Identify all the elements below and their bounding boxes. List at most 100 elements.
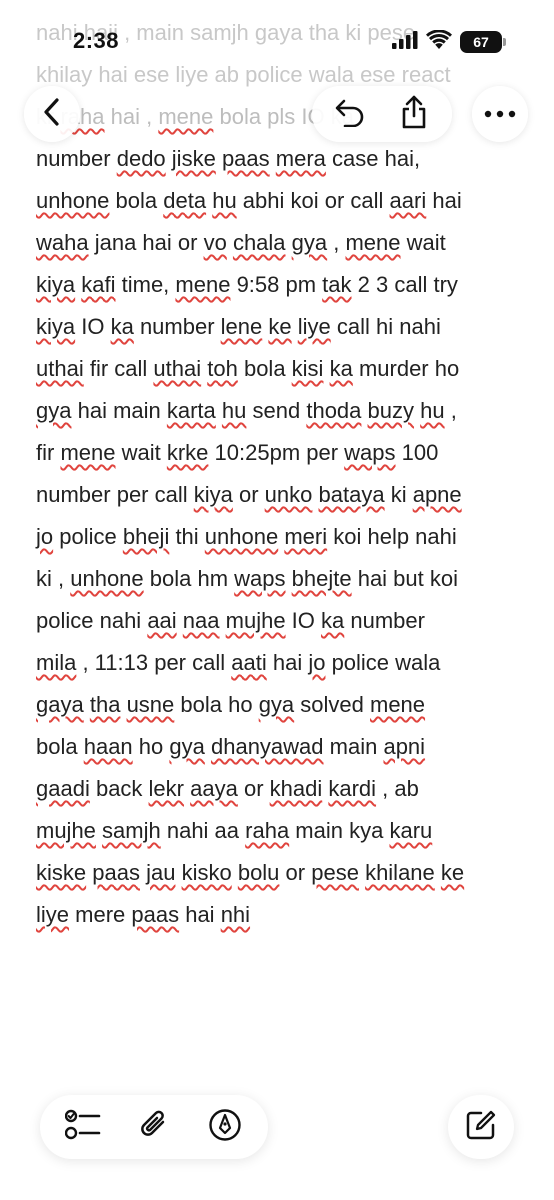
text-segment: or [279, 860, 312, 885]
misspelled-word: waps [234, 566, 286, 591]
bottom-toolbar [0, 1095, 554, 1159]
checklist-button[interactable] [61, 1105, 105, 1149]
text-segment: number [133, 314, 221, 339]
text-segment: or [237, 776, 270, 801]
attach-button[interactable] [132, 1105, 176, 1149]
text-segment: number [36, 146, 117, 171]
status-time: 2:38 [73, 28, 120, 53]
note-line: mujhe samjh nahi aa raha main kya karu [36, 810, 524, 852]
text-segment: ho [132, 734, 170, 759]
note-line: number per call kiya or unko bataya ki a… [36, 474, 524, 516]
misspelled-word: lekr [148, 776, 184, 801]
text-segment: wait [400, 230, 446, 255]
misspelled-word: apne [412, 482, 462, 507]
note-line: mila , 11:13 per call aati hai jo police… [36, 642, 524, 684]
misspelled-word: kafi [81, 272, 116, 297]
text-segment: mere [69, 902, 132, 927]
text-segment: thi [169, 524, 205, 549]
misspelled-word: gaadi [36, 776, 90, 801]
share-icon [400, 95, 428, 134]
text-segment: case hai, [325, 146, 421, 171]
text-segment: 9:58 pm [230, 272, 323, 297]
text-segment: jana hai or [88, 230, 204, 255]
share-button[interactable] [392, 92, 436, 136]
misspelled-word: mene [60, 440, 116, 465]
note-line: waha jana hai or vo chala gya , mene wai… [36, 222, 524, 264]
misspelled-word: bataya [318, 482, 385, 507]
text-segment: murder ho [352, 356, 460, 381]
misspelled-word: khadi [269, 776, 323, 801]
misspelled-word: kisi [291, 356, 324, 381]
undo-share-group [312, 86, 452, 142]
misspelled-word: uthai [153, 356, 202, 381]
text-segment: number [344, 608, 425, 633]
note-line: jo police bheji thi unhone meri koi help… [36, 516, 524, 558]
misspelled-word: mene [370, 692, 426, 717]
text-segment: , [444, 398, 457, 423]
misspelled-word: gya [36, 398, 72, 423]
text-segment: send [246, 398, 307, 423]
note-body[interactable]: kr raha hai , mene bola pls IO kanumber … [36, 96, 524, 936]
text-segment: police [53, 524, 123, 549]
misspelled-word: tha [89, 692, 121, 717]
note-line: kiya kafi time, mene 9:58 pm tak 2 3 cal… [36, 264, 524, 306]
text-segment: hai [426, 188, 462, 213]
back-button[interactable] [24, 86, 80, 142]
misspelled-word: haan [83, 734, 133, 759]
misspelled-word: apni [383, 734, 426, 759]
misspelled-word: paas [221, 146, 270, 171]
note-line: bola haan ho gya dhanyawad main apni [36, 726, 524, 768]
text-segment: abhi koi or call [236, 188, 390, 213]
misspelled-word: thoda [306, 398, 362, 423]
misspelled-word: meri [284, 524, 328, 549]
misspelled-word: liye [297, 314, 331, 339]
misspelled-word: hu [420, 398, 445, 423]
text-segment: , [327, 230, 346, 255]
text-segment: number per call [36, 482, 194, 507]
misspelled-word: kisko [181, 860, 232, 885]
misspelled-word: karu [389, 818, 433, 843]
misspelled-word: karta [166, 398, 216, 423]
markup-button[interactable] [203, 1105, 247, 1149]
nav-toolbar [0, 86, 554, 146]
misspelled-word: chala [232, 230, 286, 255]
text-segment: koi help nahi [327, 524, 457, 549]
text-segment: police wala [325, 650, 441, 675]
note-line: unhone bola deta hu abhi koi or call aar… [36, 180, 524, 222]
text-segment: ki [384, 482, 413, 507]
misspelled-word: bolu [237, 860, 280, 885]
status-bar: 2:38 67 [0, 0, 554, 84]
text-segment: back [89, 776, 149, 801]
text-segment: bola ho [174, 692, 259, 717]
misspelled-word: ka [329, 356, 353, 381]
misspelled-word: tak [322, 272, 352, 297]
misspelled-word: krke [166, 440, 209, 465]
misspelled-word: jo [308, 650, 326, 675]
misspelled-word: jiske [171, 146, 216, 171]
misspelled-word: deta [163, 188, 207, 213]
home-indicator [185, 1184, 369, 1190]
battery-level: 67 [460, 31, 502, 53]
text-segment: bola [36, 734, 84, 759]
misspelled-word: aati [231, 650, 267, 675]
text-segment: bola hm [143, 566, 235, 591]
misspelled-word: aari [389, 188, 427, 213]
text-segment: 2 3 call try [351, 272, 458, 297]
misspelled-word: mujhe [36, 818, 96, 843]
note-line: uthai fir call uthai toh bola kisi ka mu… [36, 348, 524, 390]
misspelled-word: kiya [36, 272, 76, 297]
text-segment: wait [115, 440, 167, 465]
misspelled-word: ka [321, 608, 345, 633]
compose-button[interactable] [448, 1095, 514, 1159]
text-segment: bola [237, 356, 292, 381]
misspelled-word: gya [169, 734, 205, 759]
misspelled-word: hu [221, 398, 247, 423]
more-button[interactable] [472, 86, 528, 142]
misspelled-word: lene [220, 314, 263, 339]
text-segment: main kya [289, 818, 390, 843]
undo-button[interactable] [328, 92, 372, 136]
misspelled-word: nhi [220, 902, 251, 927]
text-segment: 10:25pm per [208, 440, 345, 465]
misspelled-word: paas [92, 860, 140, 885]
text-segment: 100 [395, 440, 439, 465]
